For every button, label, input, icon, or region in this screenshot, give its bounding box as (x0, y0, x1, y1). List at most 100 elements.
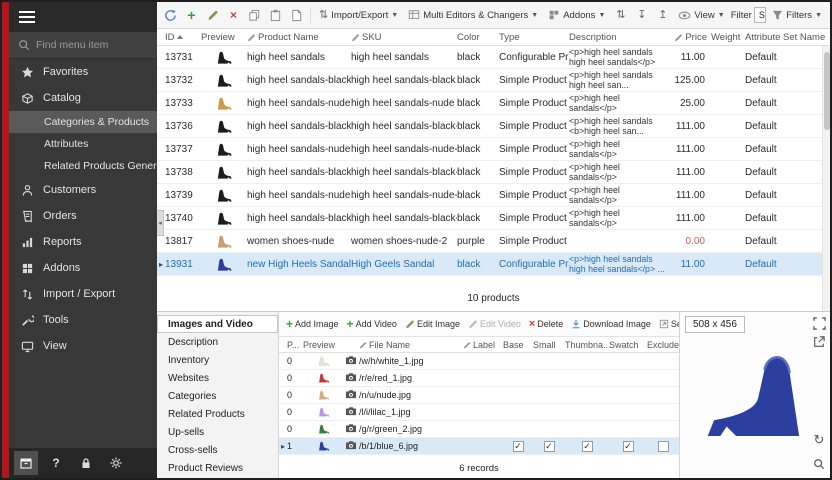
sidebar-item-reports[interactable]: Reports (9, 229, 157, 255)
sidebar-item-import-export[interactable]: Import / Export (9, 281, 157, 307)
column-header-thumbnail[interactable]: Thumbna... (565, 340, 609, 350)
column-header-id[interactable]: ID (165, 32, 201, 43)
table-row[interactable]: 13736 high heel sandals-black-36high hee… (157, 115, 830, 138)
table-row-selected[interactable]: ▸13931 new High Heels SandalsHigh Geels … (157, 253, 830, 276)
column-header-description[interactable]: Description (569, 32, 669, 43)
search-input[interactable] (36, 39, 136, 51)
refresh-button[interactable] (161, 6, 180, 25)
x-delete-icon: × (529, 319, 535, 330)
column-header-file-name[interactable]: File Name (359, 340, 463, 350)
column-header-preview[interactable]: Preview (201, 32, 247, 43)
column-header-base[interactable]: Base (503, 340, 533, 350)
column-header-name[interactable]: Product Name (247, 32, 351, 43)
open-external-button[interactable] (811, 334, 827, 350)
copy-button[interactable] (245, 6, 264, 25)
table-row[interactable]: 13740 high heel sandals-black-38high hee… (157, 207, 830, 230)
edit-product-button[interactable] (203, 6, 222, 25)
add-product-button[interactable]: + (182, 6, 201, 25)
column-header-preview[interactable]: Preview (303, 340, 345, 350)
set-resize-rule-button[interactable]: Set Resize Rule▼ (656, 317, 679, 331)
image-row[interactable]: 0 /w/h/white_1.jpg (279, 353, 679, 370)
column-header-price[interactable]: Price (669, 32, 711, 43)
add-video-button[interactable]: +Add Video (344, 316, 400, 332)
table-row[interactable]: 13731 high heel sandalshigh heel sandals… (157, 46, 830, 69)
sidebar-item-related-products-generator[interactable]: Related Products Generator (9, 155, 157, 177)
download-image-button[interactable]: Download Image (568, 317, 654, 331)
tab-up-sells[interactable]: Up-sells (157, 423, 278, 441)
vertical-scrollbar[interactable] (822, 46, 830, 311)
table-row[interactable]: 13737 high heel sandals-nude-36high heel… (157, 138, 830, 161)
delete-product-button[interactable]: × (224, 6, 243, 25)
zoom-button[interactable] (811, 456, 827, 472)
filters-button[interactable]: Filters ▼ (768, 7, 826, 24)
table-row[interactable]: 13817 women shoes-nudewomen shoes-nude-2… (157, 230, 830, 253)
paste-button[interactable] (266, 6, 285, 25)
image-row[interactable]: 0 /r/e/red_1.jpg (279, 370, 679, 387)
table-row[interactable]: 13732 high heel sandals-blackhigh heel s… (157, 69, 830, 92)
tab-product-reviews[interactable]: Product Reviews (157, 459, 278, 477)
filter-label: Filter (731, 10, 752, 21)
base-checkbox[interactable]: ✓ (513, 441, 524, 452)
settings-button[interactable] (104, 451, 128, 475)
multi-editors-button[interactable]: Multi Editors & Changers ▼ (404, 6, 542, 24)
image-row[interactable]: 0 /l/i/lilac_1.jpg (279, 404, 679, 421)
sidebar-item-attributes[interactable]: Attributes (9, 133, 157, 155)
column-header-small[interactable]: Small (533, 340, 565, 350)
sidebar-item-addons[interactable]: Addons (9, 255, 157, 281)
sidebar-item-catalog[interactable]: Catalog (9, 85, 157, 111)
small-checkbox[interactable]: ✓ (544, 441, 555, 452)
tab-websites[interactable]: Websites (157, 369, 278, 387)
sidebar-item-favorites[interactable]: Favorites (9, 59, 157, 85)
rotate-button[interactable]: ↻ (811, 432, 827, 448)
hamburger-menu-icon[interactable] (19, 8, 35, 26)
sort-columns-button[interactable]: ⇅ (611, 6, 630, 25)
store-button[interactable] (14, 451, 38, 475)
swatch-checkbox[interactable]: ✓ (623, 441, 634, 452)
column-header-attr-set[interactable]: Attribute Set Name (745, 32, 830, 43)
column-header-color[interactable]: Color (457, 32, 499, 43)
scrollbar-thumb[interactable] (824, 52, 830, 130)
wrench-icon (21, 314, 34, 327)
image-row[interactable]: 0 /n/u/nude.jpg (279, 387, 679, 404)
edit-video-button[interactable]: Edit Video (465, 317, 524, 331)
sidebar-item-tools[interactable]: Tools (9, 307, 157, 333)
tab-categories[interactable]: Categories (157, 387, 278, 405)
fullscreen-button[interactable] (811, 315, 827, 331)
edit-image-button[interactable]: Edit Image (402, 317, 463, 331)
column-header-exclude[interactable]: Exclude (647, 340, 679, 350)
sidebar-item-orders[interactable]: Orders (9, 203, 157, 229)
thumbnail-checkbox[interactable]: ✓ (582, 441, 593, 452)
collapse-all-button[interactable]: ↥ (653, 6, 672, 25)
column-header-weight[interactable]: Weight (711, 32, 745, 43)
column-header-sku[interactable]: SKU (351, 32, 457, 43)
view-button[interactable]: View ▼ (674, 7, 728, 24)
table-row[interactable]: 13733 high heel sandals-nudehigh heel sa… (157, 92, 830, 115)
delete-image-button[interactable]: ×Delete (526, 317, 566, 332)
tab-description[interactable]: Description (157, 333, 278, 351)
filter-select[interactable]: Show products from selected categories ▼ (754, 7, 766, 23)
sidebar-item-view[interactable]: View (9, 333, 157, 359)
tab-images-and-video[interactable]: Images and Video (157, 315, 278, 333)
column-header-position[interactable]: P... (287, 340, 303, 350)
exclude-checkbox[interactable] (658, 441, 669, 452)
add-image-button[interactable]: +Add Image (283, 316, 342, 332)
import-export-button[interactable]: ⇅ Import/Export ▼ (315, 7, 402, 24)
sidebar-item-categories-products[interactable]: Categories & Products (9, 111, 157, 133)
tab-cross-sells[interactable]: Cross-sells (157, 441, 278, 459)
column-header-type[interactable]: Type (499, 32, 569, 43)
addons-button[interactable]: Addons ▼ (544, 6, 609, 24)
help-button[interactable]: ? (44, 451, 68, 475)
duplicate-button[interactable] (287, 6, 306, 25)
column-header-label[interactable]: Label (463, 340, 503, 350)
sidebar-item-customers[interactable]: Customers (9, 177, 157, 203)
tab-inventory[interactable]: Inventory (157, 351, 278, 369)
expand-all-button[interactable]: ↧ (632, 6, 651, 25)
table-row[interactable]: 13739 high heel sandals-nude-37high heel… (157, 184, 830, 207)
column-header-swatch[interactable]: Swatch (609, 340, 647, 350)
table-row[interactable]: 13738 high heel sandals-black-37high hee… (157, 161, 830, 184)
image-row[interactable]: 0 /g/r/green_2.jpg (279, 421, 679, 438)
image-row-selected[interactable]: ▸1 /b/1/blue_6.jpg ✓ ✓ ✓ ✓ (279, 438, 679, 455)
tab-related-products[interactable]: Related Products (157, 405, 278, 423)
sidebar-collapse-handle[interactable]: ◂ (157, 210, 164, 236)
lock-button[interactable] (74, 451, 98, 475)
